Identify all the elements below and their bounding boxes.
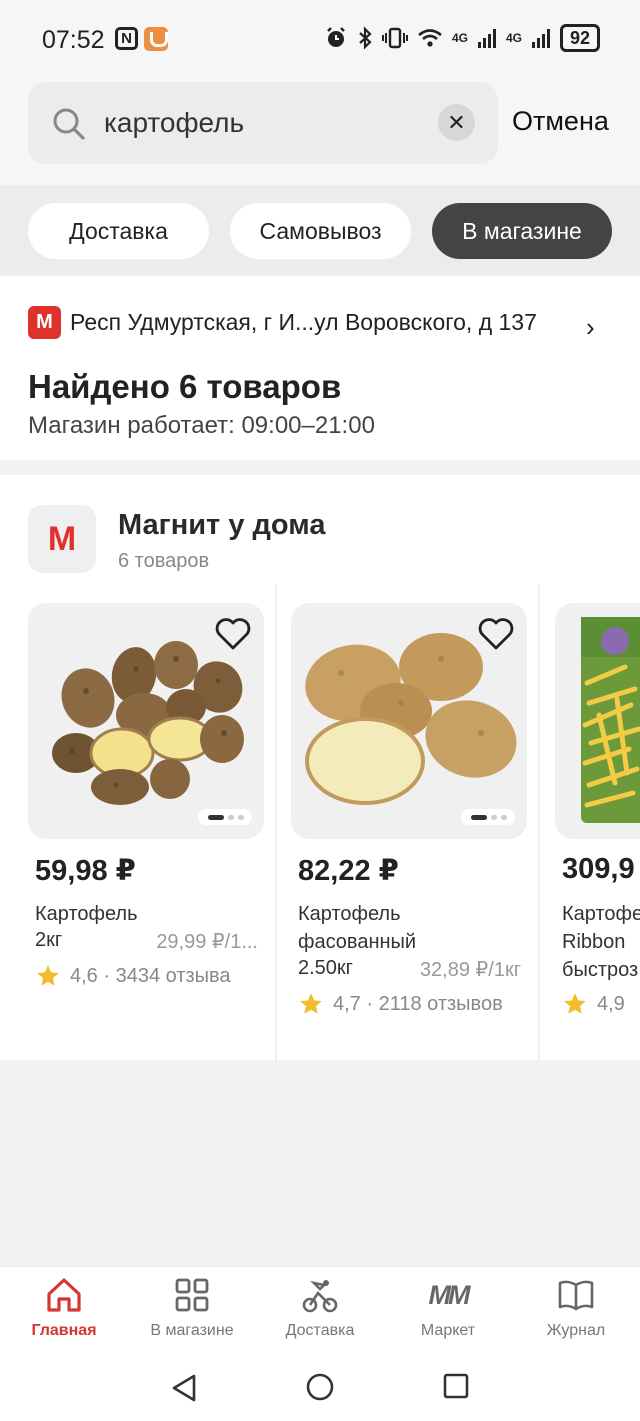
magnit-logo-icon: М: [28, 306, 61, 339]
back-icon[interactable]: [170, 1372, 198, 1404]
card-divider: [538, 585, 540, 1060]
product-image[interactable]: [28, 603, 264, 839]
nav-journal[interactable]: Журнал: [512, 1275, 640, 1340]
search-input[interactable]: [104, 98, 434, 148]
nav-label: Журнал: [546, 1322, 606, 1339]
status-time: 07:52: [42, 26, 105, 54]
system-navigation-bar: [0, 1356, 640, 1421]
signal-icon: [477, 29, 496, 48]
nav-home[interactable]: Главная: [0, 1275, 128, 1340]
nav-market[interactable]: ММ Маркет: [384, 1275, 512, 1340]
results-count-title: Найдено 6 товаров: [28, 368, 342, 405]
product-title-line: фасованный: [298, 931, 417, 953]
book-icon: [558, 1280, 594, 1311]
product-unit-price: 29,99 ₽/1...: [156, 931, 258, 953]
product-weight: 2.50кг: [298, 957, 353, 979]
star-icon: [564, 993, 586, 1014]
product-image[interactable]: [555, 603, 640, 839]
vibrate-icon: [381, 27, 408, 49]
bottom-navigation: Главная В магазине Доставка ММ Маркет Жу…: [0, 1266, 640, 1356]
home-circle-icon[interactable]: [305, 1372, 335, 1402]
store-info-panel: М Респ Удмуртская, г И...ул Воровского, …: [0, 276, 640, 460]
market-logo-icon: ММ: [428, 1280, 471, 1310]
product-price: 82,22 ₽: [298, 855, 399, 887]
rating-value: 4,7: [333, 992, 361, 1015]
nav-label: Главная: [31, 1322, 97, 1339]
review-count: 2118 отзывов: [378, 992, 503, 1015]
product-unit-price: 32,89 ₽/1кг: [419, 959, 521, 981]
product-title-line: Ribbon: [562, 931, 626, 953]
favorite-heart-icon[interactable]: [214, 617, 252, 651]
home-icon: [47, 1278, 81, 1312]
chevron-right-icon: ›: [586, 312, 595, 342]
product-title-line: Картофель: [35, 903, 138, 925]
network-label-1: 4G: [451, 31, 468, 45]
search-box[interactable]: ✕: [28, 82, 498, 164]
delivery-mode-tabs: Доставка Самовывоз В магазине: [0, 185, 640, 275]
product-rating: 4,9: [562, 991, 625, 1017]
nfc-icon: N: [115, 27, 138, 50]
tab-pickup[interactable]: Самовывоз: [230, 203, 411, 259]
rating-value: 4,9: [597, 992, 625, 1015]
nav-in-store[interactable]: В магазине: [128, 1275, 256, 1340]
recents-icon[interactable]: [442, 1372, 470, 1400]
search-icon: [53, 108, 85, 140]
product-weight: 2кг: [35, 929, 63, 951]
nav-label: Доставка: [285, 1322, 355, 1339]
product-image[interactable]: [291, 603, 527, 839]
search-header: ✕ Отмена: [0, 78, 640, 185]
favorite-heart-icon[interactable]: [477, 617, 515, 651]
product-rating: 4,6 · 3434 отзыва: [35, 963, 231, 989]
product-price: 59,98 ₽: [35, 855, 136, 887]
product-rating: 4,7 · 2118 отзывов: [298, 991, 503, 1017]
product-title: Картофе Ribbon быстроз: [562, 900, 640, 984]
bike-delivery-icon: [302, 1280, 338, 1313]
alarm-icon: [327, 27, 345, 47]
status-bar: 07:52 N 4G 4G 92: [0, 0, 640, 78]
star-icon: [300, 993, 322, 1014]
product-title-line: Картофель: [298, 903, 401, 925]
tab-delivery[interactable]: Доставка: [28, 203, 209, 259]
store-hours: Магазин работает: 09:00–21:00: [28, 412, 375, 439]
cancel-button[interactable]: Отмена: [512, 106, 609, 137]
review-count: 3434 отзыва: [115, 964, 231, 987]
rating-value: 4,6: [70, 964, 98, 987]
wifi-icon: [418, 29, 442, 47]
nav-label: В магазине: [150, 1322, 234, 1339]
signal-icon-2: [531, 29, 550, 48]
product-title: Картофель фасованный: [298, 900, 416, 956]
battery-icon: 92: [559, 24, 600, 52]
product-title-line: быстроз: [562, 959, 639, 981]
nav-delivery[interactable]: Доставка: [256, 1275, 384, 1340]
product-price: 309,9: [562, 853, 635, 885]
store-address-row[interactable]: М Респ Удмуртская, г И...ул Воровского, …: [28, 306, 595, 342]
image-pager-dots: [198, 809, 252, 825]
product-title-line: Картофе: [562, 903, 640, 925]
card-divider: [275, 585, 277, 1060]
clear-search-button[interactable]: ✕: [438, 104, 475, 141]
shop-section: М Магнит у дома 6 товаров 59,98 ₽ Картоф…: [0, 475, 640, 1060]
grid-icon: [175, 1278, 209, 1312]
nav-label: Маркет: [420, 1322, 476, 1339]
shop-logo-icon: М: [28, 505, 96, 573]
store-address: Респ Удмуртская, г И...ул Воровского, д …: [70, 309, 537, 335]
system-indicators: 4G 4G 92: [324, 24, 600, 52]
security-app-icon: [144, 27, 168, 51]
shop-name: Магнит у дома: [118, 509, 326, 541]
star-icon: [37, 965, 59, 986]
image-pager-dots: [461, 809, 515, 825]
product-title: Картофель: [35, 900, 138, 928]
bluetooth-icon: [359, 26, 372, 50]
network-label-2: 4G: [505, 31, 522, 45]
shop-product-count: 6 товаров: [118, 550, 210, 572]
tab-in-store[interactable]: В магазине: [432, 203, 612, 259]
fries-package-image: [581, 617, 640, 823]
